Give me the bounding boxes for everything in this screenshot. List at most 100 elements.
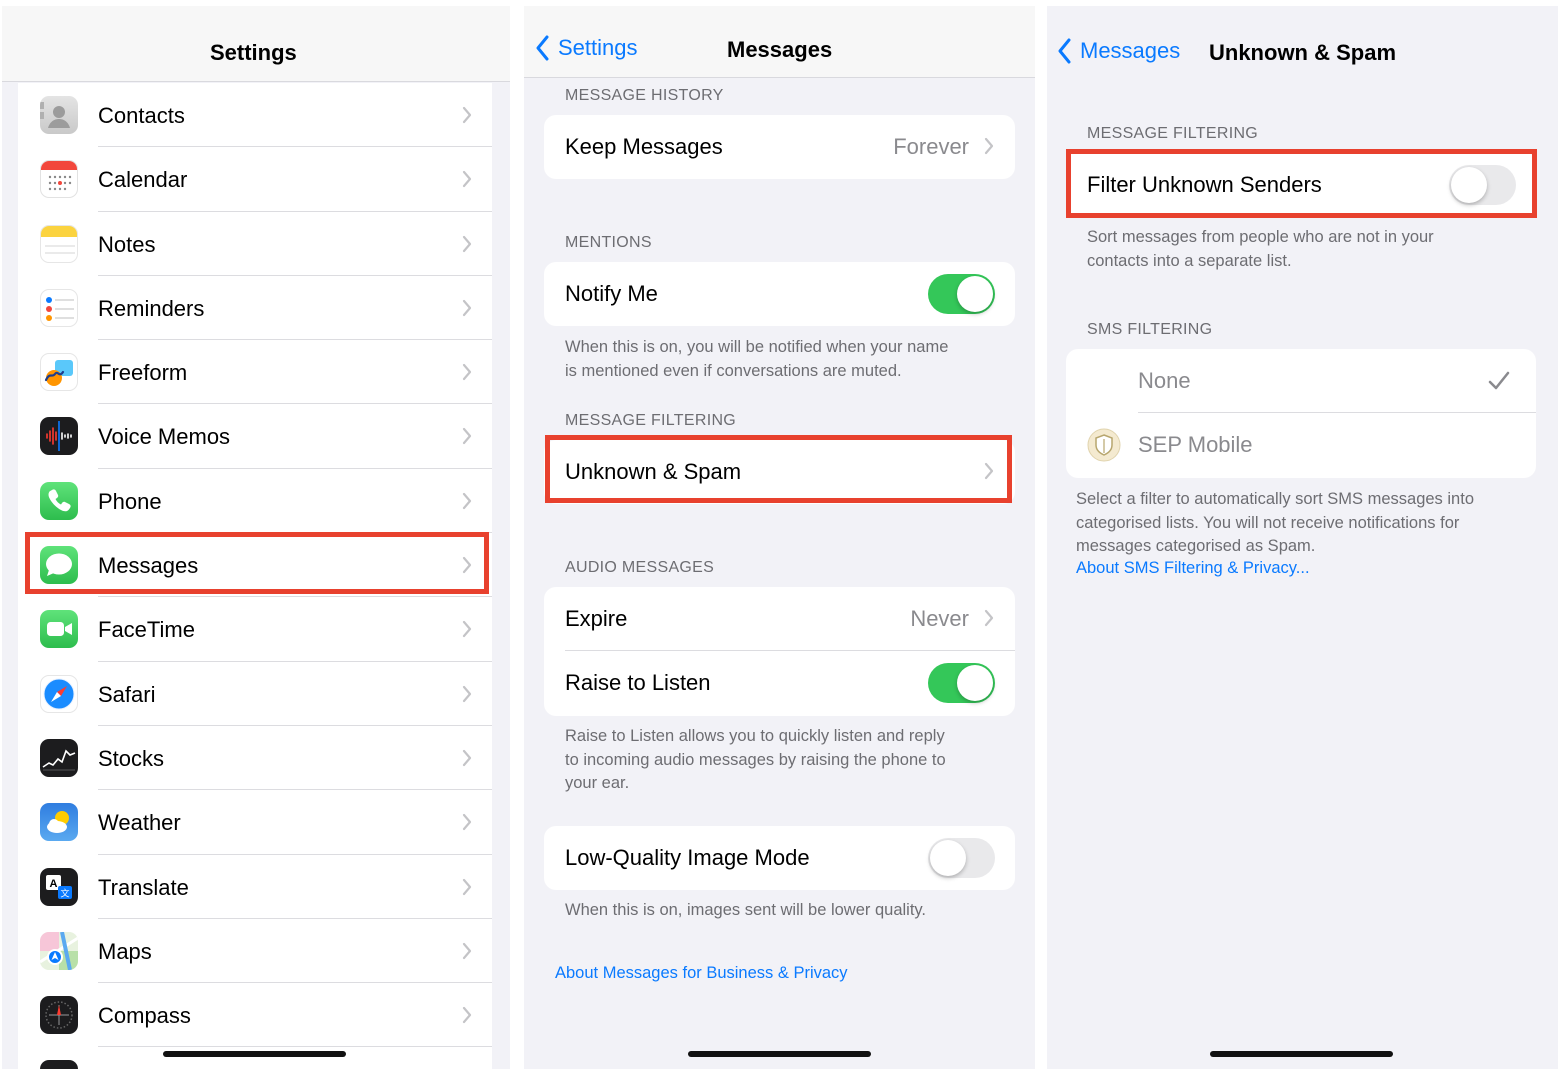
notify-me-toggle[interactable] (928, 274, 995, 314)
row-value: Never (910, 606, 969, 631)
chevron-right-icon (462, 171, 472, 188)
phone-icon (40, 481, 78, 520)
chevron-right-icon (984, 137, 994, 155)
low-quality-row: Low-Quality Image Mode (544, 826, 1015, 890)
footer-line: messages categorised as Spam. (1076, 537, 1316, 555)
chevron-right-icon (462, 492, 472, 509)
low-quality-toggle[interactable] (928, 838, 995, 878)
reminders-icon (40, 288, 78, 327)
contacts-icon (40, 96, 78, 134)
svg-text:文: 文 (60, 887, 69, 899)
maps-icon (40, 931, 78, 970)
unknown-spam-panel: Messages Unknown & Spam MESSAGE FILTERIN… (1047, 6, 1558, 1069)
highlight-box (25, 532, 489, 594)
footer-line: Select a filter to automatically sort SM… (1076, 490, 1474, 508)
settings-item-calendar[interactable]: Calendar (18, 147, 492, 212)
settings-item-maps[interactable]: Maps (18, 919, 492, 984)
settings-item-contacts[interactable]: Contacts (18, 83, 492, 148)
row-label: Expire (565, 606, 628, 631)
chevron-right-icon (462, 749, 472, 767)
checkmark-icon (1488, 371, 1510, 390)
chevron-left-icon (536, 35, 549, 61)
settings-item-label: Contacts (98, 103, 185, 128)
low-quality-card: Low-Quality Image Mode (544, 826, 1015, 890)
settings-item-label: Stocks (98, 745, 165, 771)
settings-item-weather[interactable]: Weather (18, 790, 492, 855)
back-label: Messages (1080, 38, 1181, 63)
settings-item-translate[interactable]: A文 Translate (18, 855, 492, 919)
settings-item-label: Safari (98, 681, 156, 707)
back-label: Settings (558, 35, 638, 60)
settings-item-reminders[interactable]: Reminders (18, 276, 492, 341)
settings-item-label: Compass (98, 1003, 191, 1029)
row-label: Keep Messages (565, 134, 723, 159)
messages-navbar: Settings Messages (524, 6, 1035, 78)
chevron-right-icon (462, 878, 472, 895)
row-label: None (1138, 368, 1191, 393)
page-title: Messages (727, 37, 833, 62)
sms-option-sep-mobile[interactable]: SEP Mobile (1066, 413, 1536, 477)
message-history-card: Keep Messages Forever (544, 115, 1015, 179)
footer-line: Raise to Listen allows you to quickly li… (565, 727, 945, 745)
raise-to-listen-row: Raise to Listen (544, 651, 1015, 715)
row-label: Notify Me (565, 281, 658, 306)
back-button[interactable]: Messages (1057, 38, 1180, 64)
expire-row[interactable]: Expire Never (544, 587, 1015, 651)
section-header-message-history: MESSAGE HISTORY (565, 87, 724, 104)
calendar-icon (40, 160, 78, 199)
chevron-right-icon (462, 685, 472, 702)
sms-filtering-footer: Select a filter to automatically sort SM… (1076, 488, 1474, 559)
toggle-knob (957, 665, 993, 701)
page-title: Settings (210, 40, 297, 65)
voice-memos-icon (40, 417, 78, 456)
settings-item-freeform[interactable]: Freeform (18, 340, 492, 405)
settings-item-safari[interactable]: Safari (18, 662, 492, 726)
section-header-message-filtering: MESSAGE FILTERING (565, 412, 737, 429)
settings-item-voice-memos[interactable]: Voice Memos (18, 404, 492, 469)
sms-filtering-card: None SEP Mobile (1066, 349, 1536, 478)
settings-item-notes[interactable]: Notes (18, 212, 492, 276)
settings-item-label: Reminders (98, 295, 205, 321)
sms-option-none[interactable]: None (1066, 349, 1536, 413)
settings-item-label: Voice Memos (98, 424, 231, 450)
row-label: SEP Mobile (1138, 432, 1253, 457)
highlight-box (1066, 149, 1537, 218)
section-header-message-filtering: MESSAGE FILTERING (1087, 125, 1259, 142)
business-privacy-link[interactable]: About Messages for Business & Privacy (555, 964, 848, 983)
mentions-footer: When this is on, you will be notified wh… (565, 336, 948, 383)
settings-panel: Settings Contacts Calendar Notes Reminde… (2, 6, 510, 1069)
back-button[interactable]: Settings (535, 35, 638, 61)
audio-messages-footer: Raise to Listen allows you to quickly li… (565, 725, 946, 796)
chevron-right-icon (462, 814, 472, 831)
section-header-mentions: MENTIONS (565, 234, 652, 251)
chevron-right-icon (462, 364, 472, 381)
toggle-knob (930, 840, 966, 876)
keep-messages-row[interactable]: Keep Messages Forever (544, 115, 1015, 179)
settings-item-label: Translate (98, 874, 189, 900)
home-indicator (1210, 1051, 1393, 1057)
settings-item-stocks[interactable]: Stocks (18, 726, 492, 791)
section-header-sms-filtering: SMS FILTERING (1087, 321, 1213, 338)
sep-mobile-icon (1087, 428, 1121, 462)
chevron-right-icon (462, 235, 472, 252)
settings-item-phone[interactable]: Phone (18, 469, 492, 534)
safari-icon (40, 674, 78, 713)
app-icon (40, 1060, 78, 1069)
footer-line: categorised lists. You will not receive … (1076, 513, 1460, 532)
settings-item-facetime[interactable]: FaceTime (18, 597, 492, 662)
sms-filtering-privacy-link[interactable]: About SMS Filtering & Privacy... (1076, 559, 1310, 578)
home-indicator (688, 1051, 871, 1057)
settings-item-compass[interactable]: Compass (18, 983, 492, 1048)
compass-icon (40, 996, 78, 1035)
row-value: Forever (893, 134, 969, 159)
settings-item-label: Maps (98, 938, 152, 964)
chevron-right-icon (462, 106, 472, 124)
settings-item-label: Calendar (98, 167, 188, 193)
svg-text:A: A (50, 878, 58, 890)
freeform-icon (40, 353, 78, 392)
filter-footer: Sort messages from people who are not in… (1087, 226, 1434, 273)
chevron-right-icon (462, 1007, 472, 1024)
notes-icon (40, 224, 78, 263)
raise-to-listen-toggle[interactable] (928, 663, 995, 703)
section-header-audio-messages: AUDIO MESSAGES (565, 559, 715, 576)
